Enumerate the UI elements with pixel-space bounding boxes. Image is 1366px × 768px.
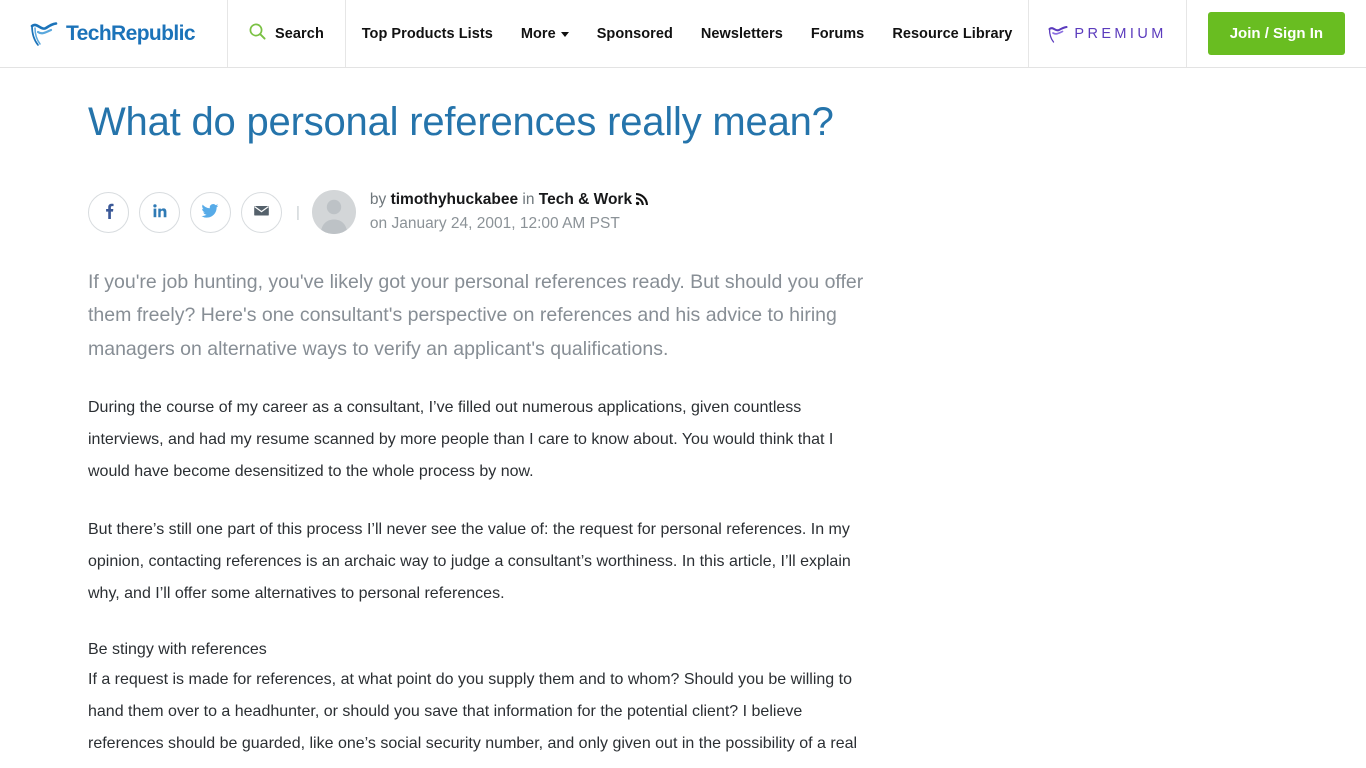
linkedin-share-button[interactable] — [139, 191, 180, 233]
nav-label: Newsletters — [700, 25, 783, 42]
site-logo[interactable]: TechRepublic — [0, 0, 229, 67]
nav-item-more[interactable]: More — [521, 26, 569, 42]
page-title: What do personal references really mean? — [88, 100, 834, 144]
twitter-icon — [201, 201, 220, 223]
site-header: TechRepublic Search Top Products Lists M… — [0, 0, 1366, 68]
byline-category[interactable]: Tech & Work — [539, 191, 632, 208]
article-deck: If you're job hunting, you've likely got… — [88, 270, 864, 360]
byline-by-prefix: by — [369, 190, 391, 208]
byline: by timothyhuckabee in Tech & Work on Jan… — [369, 189, 649, 236]
email-icon — [252, 201, 271, 223]
nav-label: Resource Library — [892, 25, 1013, 42]
article-section-body: If a request is made for references, at … — [88, 671, 858, 768]
nav-item-newsletters[interactable]: Newsletters — [701, 26, 783, 42]
byline-in-word: in — [518, 190, 539, 208]
byline-author[interactable]: timothyhuckabee — [391, 191, 518, 208]
facebook-icon — [100, 202, 118, 223]
byline-date: on January 24, 2001, 12:00 AM PST — [369, 215, 620, 233]
avatar — [311, 190, 356, 235]
share-buttons — [88, 191, 282, 233]
article-main: What do personal references really mean? — [0, 68, 1366, 768]
nav-item-resource-library[interactable]: Resource Library — [892, 26, 1012, 42]
site-logo-text: TechRepublic — [66, 21, 196, 45]
nav-item-sponsored[interactable]: Sponsored — [597, 26, 673, 42]
email-share-button[interactable] — [241, 191, 282, 233]
article-subheading: Be stingy with references — [88, 641, 267, 659]
search-icon — [249, 23, 266, 45]
join-signin-button[interactable]: Join / Sign In — [1207, 12, 1346, 55]
meta-separator: | — [296, 203, 300, 221]
nav-label: Top Products Lists — [361, 25, 493, 42]
facebook-share-button[interactable] — [88, 191, 129, 233]
nav-item-forums[interactable]: Forums — [811, 26, 864, 42]
techrepublic-wave-icon — [30, 20, 60, 48]
nav-label: Sponsored — [596, 25, 673, 42]
premium-label: PREMIUM — [1074, 25, 1167, 42]
nav-label: Forums — [810, 25, 865, 42]
premium-wave-icon — [1048, 24, 1070, 44]
nav-label: More — [520, 25, 556, 42]
article-meta: | by timothyhuckabee in Tech & Work on J… — [88, 189, 878, 236]
join-signin-cell: Join / Sign In — [1187, 0, 1366, 67]
nav-item-top-products-lists[interactable]: Top Products Lists — [362, 26, 493, 42]
search-button[interactable]: Search — [228, 0, 346, 67]
twitter-share-button[interactable] — [190, 191, 231, 233]
article-paragraph-1: During the course of my career as a cons… — [88, 399, 834, 481]
rss-icon[interactable] — [635, 191, 649, 213]
linkedin-icon — [151, 202, 169, 223]
main-navigation: Top Products Lists More Sponsored Newsle… — [346, 0, 1030, 67]
chevron-down-icon — [560, 32, 569, 37]
search-label: Search — [274, 25, 324, 42]
article-paragraph-2: But there’s still one part of this proce… — [88, 521, 851, 603]
premium-link[interactable]: PREMIUM — [1029, 0, 1187, 67]
